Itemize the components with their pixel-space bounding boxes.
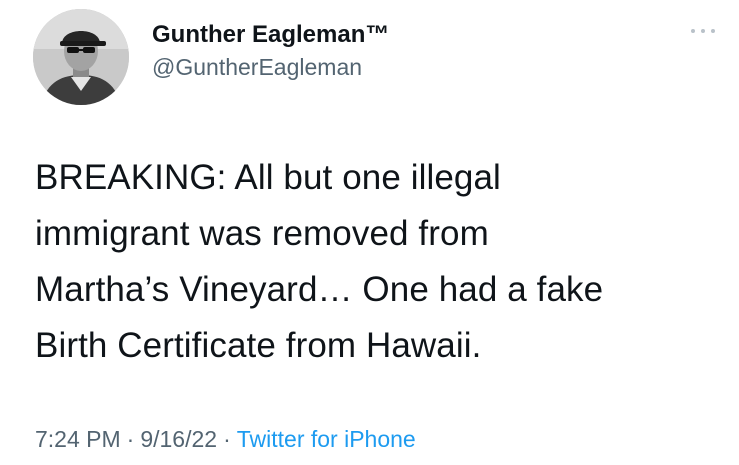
tweet-text-line: BREAKING: All but one illegal xyxy=(35,158,501,197)
tweet-time[interactable]: 7:24 PM xyxy=(35,426,121,452)
avatar[interactable] xyxy=(33,9,129,105)
tweet-text-line: Martha’s Vineyard… One had a fake xyxy=(35,270,604,309)
dot xyxy=(691,29,695,33)
tweet-text: BREAKING: All but one illegal immigrant … xyxy=(35,150,725,374)
author-info: Gunther Eagleman™ @GuntherEagleman xyxy=(152,20,389,82)
tweet-date[interactable]: 9/16/22 xyxy=(140,426,217,452)
separator: · xyxy=(126,426,135,452)
user-handle[interactable]: @GuntherEagleman xyxy=(152,52,389,82)
separator: · xyxy=(223,426,231,452)
dot xyxy=(701,29,705,33)
dot xyxy=(711,29,715,33)
tweet-text-line: Birth Certificate from Hawaii. xyxy=(35,326,482,365)
tweet-card: Gunther Eagleman™ @GuntherEagleman BREAK… xyxy=(0,0,739,465)
more-options-icon[interactable] xyxy=(691,24,715,38)
display-name[interactable]: Gunther Eagleman™ xyxy=(152,20,389,50)
tweet-metadata: 7:24 PM · 9/16/22 · Twitter for iPhone xyxy=(35,424,416,454)
profile-photo xyxy=(33,9,129,105)
tweet-text-line: immigrant was removed from xyxy=(35,214,489,253)
tweet-source-link[interactable]: Twitter for iPhone xyxy=(237,426,416,452)
